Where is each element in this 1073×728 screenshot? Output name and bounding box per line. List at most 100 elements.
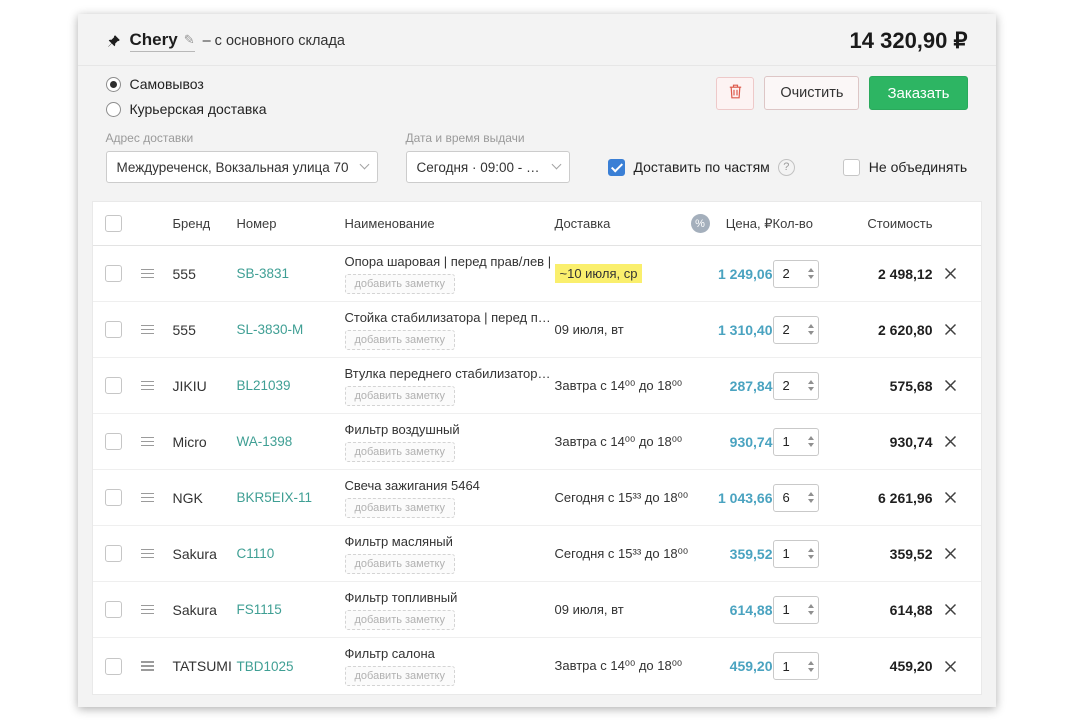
help-icon[interactable] xyxy=(778,159,795,176)
qty-decrease-icon[interactable] xyxy=(808,555,814,559)
add-note-button[interactable]: добавить заметку xyxy=(345,666,455,686)
qty-increase-icon[interactable] xyxy=(808,661,814,665)
remove-row-icon[interactable] xyxy=(944,491,957,504)
qty-increase-icon[interactable] xyxy=(808,268,814,272)
quantity-stepper[interactable]: 1 xyxy=(773,596,819,624)
address-select[interactable]: Междуреченск, Вокзальная улица 70 xyxy=(106,151,378,183)
delivery-text: 09 июля, вт xyxy=(555,322,624,337)
add-note-button[interactable]: добавить заметку xyxy=(345,442,455,462)
row-checkbox[interactable] xyxy=(105,658,122,675)
remove-row-icon[interactable] xyxy=(944,379,957,392)
qty-increase-icon[interactable] xyxy=(808,548,814,552)
add-note-button[interactable]: добавить заметку xyxy=(345,610,455,630)
cart-table: Бренд Номер Наименование Доставка % Цена… xyxy=(92,201,982,695)
row-total: 459,20 xyxy=(847,658,933,674)
row-checkbox[interactable] xyxy=(105,433,122,450)
checkbox-icon[interactable] xyxy=(843,159,860,176)
split-parts-checkbox[interactable]: Доставить по частям xyxy=(608,151,795,183)
add-note-button[interactable]: добавить заметку xyxy=(345,274,455,294)
datetime-select[interactable]: Сегодня · 09:00 - 18:00 xyxy=(406,151,570,183)
edit-pencil-icon[interactable] xyxy=(184,32,195,48)
remove-row-icon[interactable] xyxy=(944,267,957,280)
drag-handle-icon[interactable] xyxy=(141,490,154,504)
qty-increase-icon[interactable] xyxy=(808,604,814,608)
brand-text: NGK xyxy=(173,490,203,506)
drag-handle-icon[interactable] xyxy=(141,659,154,673)
quantity-stepper[interactable]: 6 xyxy=(773,484,819,512)
delete-selected-button[interactable] xyxy=(716,77,754,110)
remove-row-icon[interactable] xyxy=(944,435,957,448)
part-number-link[interactable]: TBD1025 xyxy=(237,659,294,674)
add-note-button[interactable]: добавить заметку xyxy=(345,554,455,574)
part-number-link[interactable]: C1110 xyxy=(237,546,275,561)
chevron-down-icon xyxy=(551,160,561,170)
action-buttons: Очистить Заказать xyxy=(716,76,967,110)
order-button[interactable]: Заказать xyxy=(869,76,967,110)
price-value: 1 310,40 xyxy=(718,322,773,338)
row-checkbox[interactable] xyxy=(105,265,122,282)
no-merge-checkbox[interactable]: Не объединять xyxy=(843,151,967,183)
quantity-stepper[interactable]: 1 xyxy=(773,540,819,568)
remove-row-icon[interactable] xyxy=(944,547,957,560)
radio-icon[interactable] xyxy=(106,102,121,117)
drag-handle-icon[interactable] xyxy=(141,322,154,336)
table-header-row: Бренд Номер Наименование Доставка % Цена… xyxy=(93,202,981,246)
qty-decrease-icon[interactable] xyxy=(808,499,814,503)
part-number-link[interactable]: WA-1398 xyxy=(237,434,293,449)
qty-increase-icon[interactable] xyxy=(808,324,814,328)
delivery-option-courier[interactable]: Курьерская доставка xyxy=(106,101,267,117)
radio-icon[interactable] xyxy=(106,77,121,92)
row-total: 614,88 xyxy=(847,602,933,618)
price-value: 287,84 xyxy=(730,378,773,394)
row-checkbox[interactable] xyxy=(105,489,122,506)
qty-increase-icon[interactable] xyxy=(808,380,814,384)
quantity-stepper[interactable]: 1 xyxy=(773,428,819,456)
qty-decrease-icon[interactable] xyxy=(808,275,814,279)
remove-row-icon[interactable] xyxy=(944,323,957,336)
select-all-checkbox[interactable] xyxy=(105,215,122,232)
remove-row-icon[interactable] xyxy=(944,603,957,616)
delivery-option-pickup[interactable]: Самовывоз xyxy=(106,76,267,92)
add-note-button[interactable]: добавить заметку xyxy=(345,498,455,518)
part-number-link[interactable]: SB-3831 xyxy=(237,266,290,281)
quantity-stepper[interactable]: 1 xyxy=(773,652,819,680)
drag-handle-icon[interactable] xyxy=(141,378,154,392)
add-note-button[interactable]: добавить заметку xyxy=(345,330,455,350)
item-name: Фильтр салона xyxy=(345,646,435,661)
item-name: Фильтр топливный xyxy=(345,590,458,605)
chevron-down-icon xyxy=(359,160,369,170)
drag-handle-icon[interactable] xyxy=(141,434,154,448)
row-checkbox[interactable] xyxy=(105,601,122,618)
clear-button[interactable]: Очистить xyxy=(764,76,859,110)
part-number-link[interactable]: BL21039 xyxy=(237,378,291,393)
drag-handle-icon[interactable] xyxy=(141,546,154,560)
qty-decrease-icon[interactable] xyxy=(808,443,814,447)
drag-handle-icon[interactable] xyxy=(141,266,154,280)
part-number-link[interactable]: BKR5EIX-11 xyxy=(237,490,313,505)
qty-decrease-icon[interactable] xyxy=(808,387,814,391)
part-number-link[interactable]: FS1115 xyxy=(237,602,282,617)
cart-title-edit[interactable]: Chery xyxy=(130,30,195,52)
qty-increase-icon[interactable] xyxy=(808,492,814,496)
remove-row-icon[interactable] xyxy=(944,660,957,673)
quantity-stepper[interactable]: 2 xyxy=(773,372,819,400)
quantity-stepper[interactable]: 2 xyxy=(773,316,819,344)
row-checkbox[interactable] xyxy=(105,321,122,338)
quantity-stepper[interactable]: 2 xyxy=(773,260,819,288)
checkbox-label: Не объединять xyxy=(869,159,967,175)
table-row: Sakura FS1115 Фильтр топливный добавить … xyxy=(93,582,981,638)
qty-decrease-icon[interactable] xyxy=(808,331,814,335)
add-note-button[interactable]: добавить заметку xyxy=(345,386,455,406)
qty-increase-icon[interactable] xyxy=(808,436,814,440)
part-number-link[interactable]: SL-3830-M xyxy=(237,322,304,337)
price-value: 1 043,66 xyxy=(718,490,773,506)
percent-icon[interactable]: % xyxy=(691,214,710,233)
checkbox-icon[interactable] xyxy=(608,159,625,176)
qty-decrease-icon[interactable] xyxy=(808,668,814,672)
row-checkbox[interactable] xyxy=(105,377,122,394)
brand-text: 555 xyxy=(173,266,196,282)
drag-handle-icon[interactable] xyxy=(141,602,154,616)
address-field: Адрес доставки Междуреченск, Вокзальная … xyxy=(106,131,378,183)
row-checkbox[interactable] xyxy=(105,545,122,562)
qty-decrease-icon[interactable] xyxy=(808,611,814,615)
